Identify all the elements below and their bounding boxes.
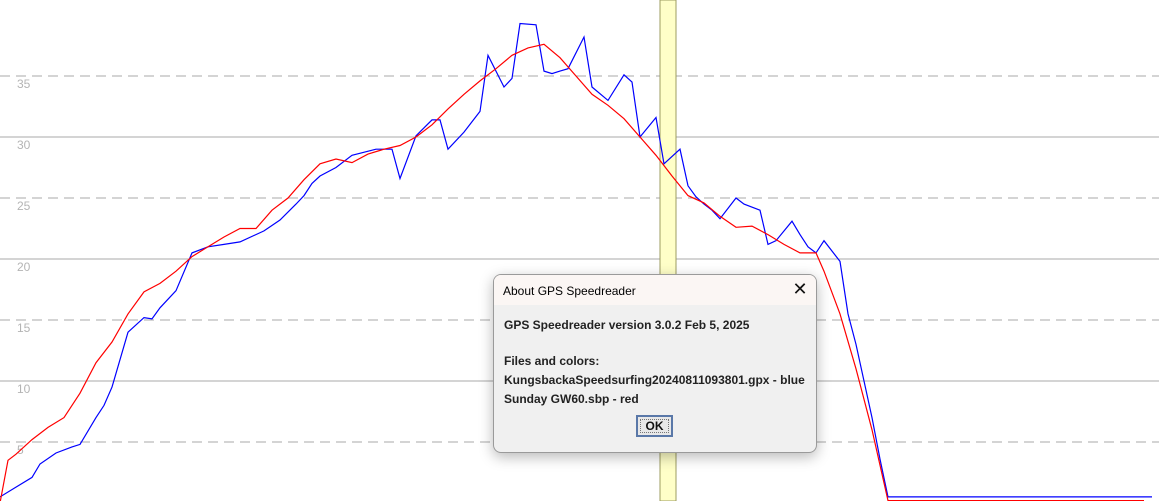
ok-focus-ring bbox=[640, 419, 669, 433]
dialog-title: About GPS Speedreader bbox=[503, 284, 636, 298]
y-tick-label: 35 bbox=[17, 77, 31, 91]
ok-button[interactable]: OK bbox=[636, 415, 673, 437]
dialog-titlebar[interactable]: About GPS Speedreader ✕ bbox=[494, 275, 816, 305]
y-tick-label: 25 bbox=[17, 199, 31, 213]
y-tick-label: 30 bbox=[17, 138, 31, 152]
y-tick-label: 20 bbox=[17, 260, 31, 274]
files-heading: Files and colors: bbox=[504, 354, 600, 368]
y-tick-label: 15 bbox=[17, 321, 31, 335]
about-dialog: About GPS Speedreader ✕ GPS Speedreader … bbox=[493, 274, 817, 453]
y-tick-label: 10 bbox=[17, 382, 31, 396]
version-text: GPS Speedreader version 3.0.2 Feb 5, 202… bbox=[504, 318, 750, 332]
file-blue-text: KungsbackaSpeedsurfing20240811093801.gpx… bbox=[504, 373, 805, 387]
close-icon[interactable]: ✕ bbox=[792, 280, 808, 298]
file-red-text: Sunday GW60.sbp - red bbox=[504, 392, 639, 406]
